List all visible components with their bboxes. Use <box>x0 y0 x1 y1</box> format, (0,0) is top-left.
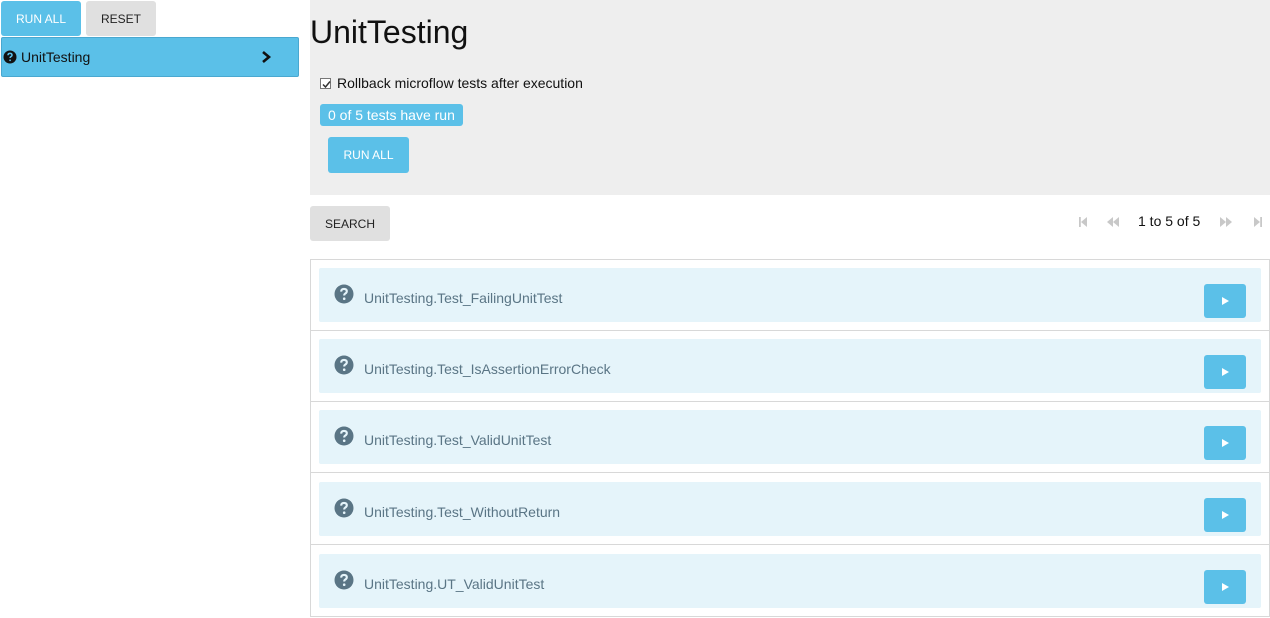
last-page-icon[interactable] <box>1251 215 1265 229</box>
test-card: UnitTesting.Test_WithoutReturn <box>319 482 1261 536</box>
sidebar-item-unittesting[interactable]: UnitTesting <box>1 37 299 77</box>
play-icon <box>1222 368 1229 376</box>
question-circle-icon <box>334 570 354 590</box>
question-circle-icon <box>334 498 354 518</box>
sidebar-reset-button[interactable]: RESET <box>86 1 156 36</box>
play-icon <box>1222 297 1229 305</box>
test-name: UnitTesting.Test_IsAssertionErrorCheck <box>364 361 611 377</box>
play-icon <box>1222 511 1229 519</box>
list-item: UnitTesting.UT_ValidUnitTest <box>311 546 1269 617</box>
first-page-icon[interactable] <box>1076 215 1090 229</box>
sidebar-item-label: UnitTesting <box>21 49 91 65</box>
question-circle-icon <box>334 426 354 446</box>
run-test-button[interactable] <box>1204 570 1246 604</box>
previous-page-icon[interactable] <box>1106 215 1120 229</box>
run-test-button[interactable] <box>1204 355 1246 389</box>
next-page-icon[interactable] <box>1219 215 1233 229</box>
chevron-right-icon[interactable] <box>259 50 273 64</box>
question-circle-icon <box>3 50 17 64</box>
page-title: UnitTesting <box>310 14 469 50</box>
run-all-button[interactable]: RUN ALL <box>328 137 409 173</box>
list-item: UnitTesting.Test_IsAssertionErrorCheck <box>311 331 1269 402</box>
rollback-checkbox[interactable] <box>320 77 331 89</box>
test-name: UnitTesting.Test_WithoutReturn <box>364 504 561 520</box>
rollback-option[interactable]: Rollback microflow tests after execution <box>320 75 583 91</box>
checkmark-icon <box>322 80 331 88</box>
test-name: UnitTesting.UT_ValidUnitTest <box>364 576 545 592</box>
test-card: UnitTesting.Test_FailingUnitTest <box>319 268 1261 322</box>
test-card: UnitTesting.Test_ValidUnitTest <box>319 410 1261 464</box>
test-card: UnitTesting.Test_IsAssertionErrorCheck <box>319 339 1261 393</box>
list-item: UnitTesting.Test_FailingUnitTest <box>311 260 1269 331</box>
run-test-button[interactable] <box>1204 498 1246 532</box>
test-name: UnitTesting.Test_FailingUnitTest <box>364 290 563 306</box>
rollback-label: Rollback microflow tests after execution <box>337 75 583 91</box>
sidebar-run-all-button[interactable]: RUN ALL <box>1 1 81 36</box>
run-test-button[interactable] <box>1204 284 1246 318</box>
question-circle-icon <box>334 355 354 375</box>
test-list: UnitTesting.Test_FailingUnitTest UnitTes… <box>310 259 1270 617</box>
list-item: UnitTesting.Test_ValidUnitTest <box>311 402 1269 473</box>
pager-text: 1 to 5 of 5 <box>1138 213 1201 229</box>
run-test-button[interactable] <box>1204 426 1246 460</box>
question-circle-icon <box>334 284 354 304</box>
play-icon <box>1222 439 1229 447</box>
sidebar: RUN ALL RESET UnitTesting <box>0 0 300 618</box>
test-name: UnitTesting.Test_ValidUnitTest <box>364 432 552 448</box>
list-item: UnitTesting.Test_WithoutReturn <box>311 474 1269 545</box>
status-badge: 0 of 5 tests have run <box>320 104 463 126</box>
header-panel: UnitTesting Rollback microflow tests aft… <box>310 0 1270 195</box>
search-button[interactable]: SEARCH <box>310 206 390 241</box>
pager: 1 to 5 of 5 <box>1070 212 1270 232</box>
play-icon <box>1222 583 1229 591</box>
test-card: UnitTesting.UT_ValidUnitTest <box>319 554 1261 608</box>
